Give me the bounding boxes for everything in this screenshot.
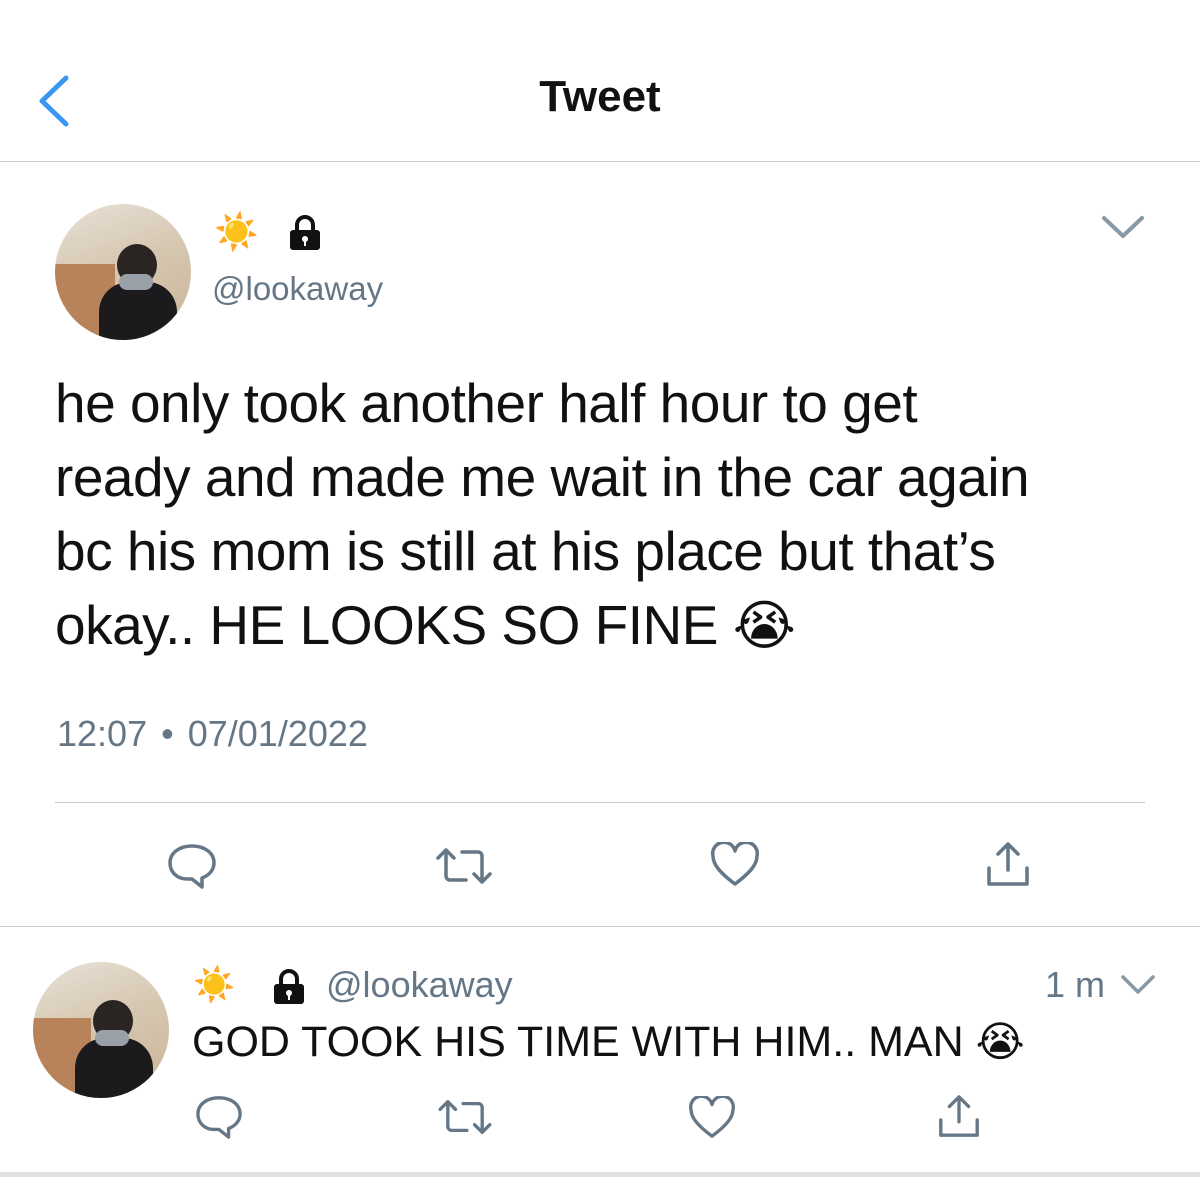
sun-emoji: ☀️ [214, 211, 259, 252]
tweet-text-line: bc his mom is still at his place but tha… [55, 520, 996, 582]
actions-divider [55, 802, 1145, 803]
reply-retweet-icon[interactable] [438, 1096, 492, 1138]
tweet-text-line: he only took another half hour to get [55, 372, 918, 434]
tweet-text-line: okay.. HE LOOKS SO FINE [55, 594, 718, 656]
tweet-time: 12:07 [57, 713, 148, 754]
bottom-divider [0, 1172, 1200, 1177]
tweet-date: 07/01/2022 [187, 713, 368, 754]
tweet-timestamp: 12:07 • 07/01/2022 [57, 713, 368, 755]
reply-handle[interactable]: @lookaway [326, 964, 513, 1006]
tweet-text: he only took another half hour to get re… [55, 366, 1155, 663]
header-divider [0, 161, 1200, 162]
reply-reply-icon[interactable] [194, 1094, 244, 1140]
reply-text: GOD TOOK HIS TIME WITH HIM.. MAN 😭 [192, 1015, 1025, 1069]
reply-like-icon[interactable] [687, 1096, 737, 1140]
reply-sun-emoji: ☀️ [193, 966, 236, 1004]
like-icon[interactable] [709, 842, 761, 888]
reply-share-icon[interactable] [936, 1093, 982, 1141]
reply-age: 1 m [1045, 964, 1106, 1005]
reply-chevron-down-icon[interactable] [1120, 972, 1156, 998]
reply-text-body: GOD TOOK HIS TIME WITH HIM.. MAN [192, 1018, 964, 1066]
tweet-text-line: ready and made me wait in the car again [55, 446, 1030, 508]
share-icon[interactable] [984, 840, 1032, 890]
avatar[interactable] [55, 204, 191, 340]
reply-lock-icon [274, 969, 304, 1004]
crying-emoji: 😭 [732, 596, 796, 656]
chevron-down-icon[interactable] [1100, 212, 1146, 242]
user-handle[interactable]: @lookaway [212, 270, 383, 308]
reply-icon[interactable] [166, 842, 218, 890]
tweet-divider [0, 926, 1200, 927]
lock-icon [290, 215, 320, 250]
retweet-icon[interactable] [436, 844, 492, 888]
page-title: Tweet [539, 72, 661, 121]
reply-crying-emoji: 😭 [975, 1018, 1025, 1065]
reply-avatar[interactable] [33, 962, 169, 1098]
separator-dot: • [161, 713, 174, 754]
